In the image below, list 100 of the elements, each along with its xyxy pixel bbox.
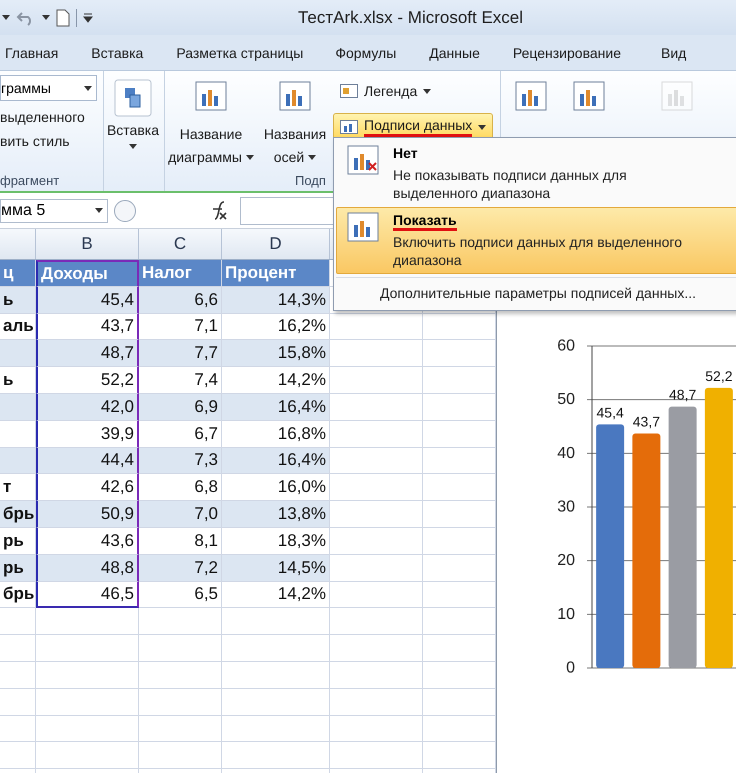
column-header[interactable]: B: [36, 229, 139, 259]
data-labels-icon: [340, 120, 358, 134]
table-cell: 6,6: [139, 286, 222, 314]
chart-remove-icon: [347, 145, 379, 175]
name-box[interactable]: мма 5: [0, 198, 108, 222]
chart-title-icon: [195, 81, 227, 111]
group-label: Подп: [295, 172, 326, 188]
empty-cell: [0, 635, 36, 662]
ribbon-button[interactable]: Названия осей: [257, 71, 333, 169]
table-cell: 15,8%: [222, 340, 330, 368]
data-label: 52,2: [705, 368, 732, 384]
table-cell: 16,4%: [222, 448, 330, 474]
table-cell: 16,0%: [222, 474, 330, 502]
table-cell: 52,2: [36, 367, 139, 394]
table-cell: 7,7: [139, 340, 222, 368]
caret-icon: [129, 144, 137, 149]
menu-item[interactable]: Показать Включить подписи данных для выделенного диапазона: [336, 207, 736, 274]
table-cell: 6,8: [139, 474, 222, 502]
table-cell: 8,1: [139, 528, 222, 555]
table-cell: т: [0, 474, 36, 502]
table-cell: 14,5%: [222, 554, 330, 582]
caret-icon: [246, 155, 254, 160]
axis-tick-label: 60: [557, 338, 575, 354]
empty-cell: [0, 716, 36, 742]
legend-icon: [340, 84, 358, 98]
caret-icon: [423, 88, 432, 94]
chart-icon: [515, 81, 547, 111]
table-cell: 7,1: [139, 314, 222, 340]
ribbon-tab[interactable]: Рецензирование: [512, 38, 621, 66]
table-header-cell: Доходы: [36, 260, 139, 287]
table-cell: рь: [0, 528, 36, 555]
chart-icon: [573, 81, 605, 111]
table-header-cell: ц: [0, 260, 36, 287]
ribbon-command[interactable]: выделенного: [0, 109, 103, 125]
table-cell: рь: [0, 554, 36, 582]
ribbon-tab[interactable]: Данные: [429, 38, 480, 66]
chart-labels-icon: [347, 212, 379, 242]
menu-item[interactable]: Нет Не показывать подписи данных для выделенного диапазона: [336, 140, 736, 207]
caret-icon: [95, 208, 103, 213]
table-cell: 7,0: [139, 501, 222, 528]
axis-tick-label: 40: [557, 444, 575, 462]
menu-item[interactable]: Дополнительные параметры подписей данных...: [336, 277, 736, 308]
ribbon-tab[interactable]: Вид: [660, 38, 686, 66]
caret-icon: [308, 155, 316, 160]
legend-button[interactable]: Легенда: [333, 77, 494, 105]
table-cell: 43,6: [36, 528, 139, 555]
data-label: 48,7: [669, 386, 696, 403]
table-cell: 44,4: [36, 448, 139, 474]
axis-tick-label: 50: [557, 391, 575, 408]
chart-icon: [661, 81, 693, 111]
chart-title-icon: [279, 81, 311, 111]
ribbon-tab[interactable]: Формулы: [335, 38, 396, 66]
ribbon-tab[interactable]: Разметка страницы: [176, 38, 304, 66]
table-cell: 6,7: [139, 420, 222, 448]
customize-caret-icon[interactable]: [83, 12, 93, 22]
table-header-cell: Налог: [139, 260, 222, 287]
table-cell: 14,2%: [222, 582, 330, 608]
column-header[interactable]: D: [222, 229, 330, 259]
menu-item-description: Не показывать подписи данных для выделенного диапазона: [393, 166, 628, 202]
table-cell: 18,3%: [222, 528, 330, 555]
data-label: 45,4: [596, 404, 624, 420]
table-cell: ь: [0, 286, 36, 314]
chart-style-dropdown[interactable]: граммы: [0, 75, 97, 101]
empty-cell: [0, 688, 36, 716]
table-cell: 46,5: [36, 582, 139, 608]
table-cell: 14,3%: [222, 286, 330, 314]
ribbon-button[interactable]: Название диаграммы: [165, 71, 257, 169]
ribbon-tab[interactable]: Вставка: [91, 38, 144, 66]
table-header-cell: Процент: [222, 260, 330, 287]
column-header[interactable]: C: [139, 229, 222, 259]
group-label: фрагмент: [0, 172, 60, 190]
table-cell: 6,9: [139, 394, 222, 421]
table-cell: 43,7: [36, 314, 139, 340]
ribbon-command[interactable]: вить стиль: [0, 133, 103, 149]
axis-tick-label: 20: [557, 552, 575, 570]
table-cell: 16,4%: [222, 394, 330, 421]
insert-button[interactable]: Вставка: [104, 71, 162, 169]
table-cell: 13,8%: [222, 501, 330, 528]
table-cell: 50,9: [36, 501, 139, 528]
empty-cell: [0, 742, 36, 770]
axis-tick-label: 30: [557, 498, 575, 516]
table-cell: брь: [0, 582, 36, 608]
axis-tick-label: 10: [557, 606, 575, 623]
menu-item-title: Нет: [393, 145, 418, 163]
table-cell: 48,8: [36, 554, 139, 582]
new-document-icon[interactable]: [56, 8, 70, 26]
ribbon-tab[interactable]: Главная: [5, 38, 58, 66]
table-cell: аль: [0, 314, 36, 340]
table-cell: 14,2%: [222, 367, 330, 394]
caret-icon: [478, 124, 486, 130]
table-cell: 7,3: [139, 448, 222, 474]
table-cell: 39,9: [36, 420, 139, 448]
shapes-icon: [114, 79, 152, 117]
menu-item-title: Показать: [393, 212, 457, 231]
caret-icon: [42, 15, 50, 20]
data-label: 43,7: [632, 413, 660, 430]
table-cell: 45,4: [36, 286, 139, 314]
table-cell: ь: [0, 367, 36, 394]
empty-cell: [0, 608, 36, 636]
table-cell: 42,6: [36, 474, 139, 502]
